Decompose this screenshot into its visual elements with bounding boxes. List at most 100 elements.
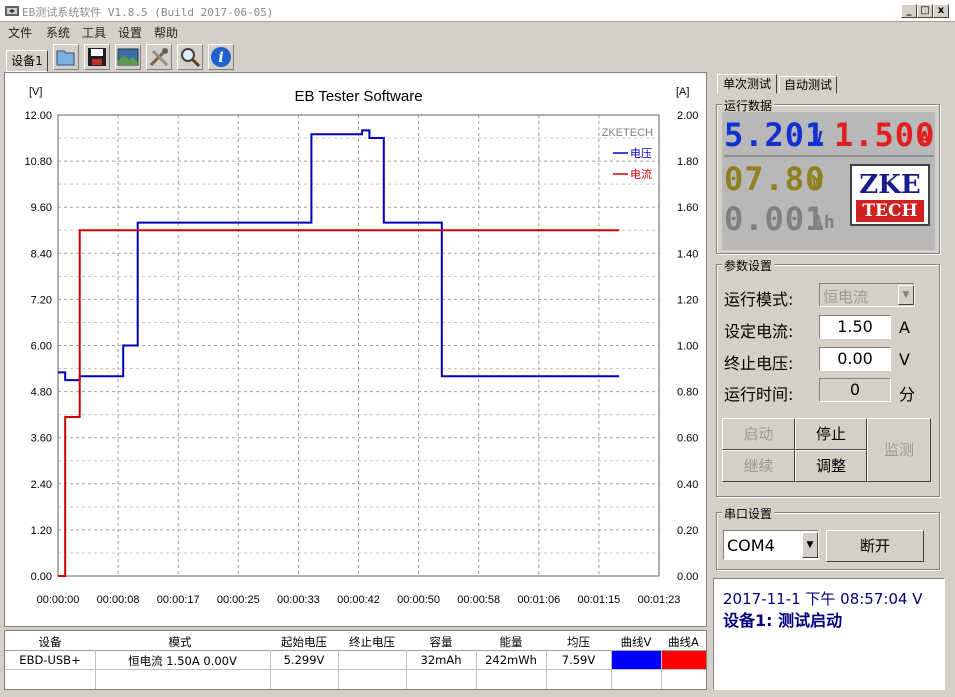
log-panel: 2017-11-1 下午 08:57:04 V 设备1: 测试启动 [713,578,945,690]
right-tick-label: 1.80 [677,156,698,168]
curve-v-swatch[interactable] [612,651,661,669]
col-curve-a: 曲线A [668,635,699,649]
right-tick-label: 0.00 [677,571,698,583]
display-panel: 5.201 V 1.500 A 07.80 W 0.001 Ah ZKE TEC… [722,112,935,250]
set-current-label: 设定电流: [724,322,794,341]
x-tick-label: 00:01:23 [638,594,681,606]
x-tick-label: 00:01:15 [577,594,620,606]
start-button[interactable]: 启动 [722,418,795,450]
x-tick-label: 00:00:33 [277,594,320,606]
mode-select-value: 恒电流 [823,288,869,306]
mode-select[interactable]: 恒电流 ▼ [819,283,915,307]
menu-file[interactable]: 文件 [8,24,32,41]
port-select[interactable]: COM4 ▼ [723,530,819,560]
svg-text:i: i [218,50,223,66]
right-tick-label: 0.60 [677,433,698,445]
cell-capacity: 32mAh [420,653,462,667]
cell-energy: 242mWh [485,653,537,667]
search-icon[interactable] [177,44,203,70]
x-tick-label: 00:01:06 [517,594,560,606]
log-line-1: 2017-11-1 下午 08:57:04 V [723,590,923,608]
cell-start-voltage: 5.299V [283,653,325,667]
col-device: 设备 [38,635,62,649]
stop-voltage-unit: V [899,350,910,369]
cell-avg-voltage: 7.59V [561,653,596,667]
legend-label: 电流 [630,167,652,181]
left-tick-label: 1.20 [31,525,52,537]
menu-system[interactable]: 系统 [46,24,70,41]
run-time-label: 运行时间: [724,385,794,404]
menu-settings[interactable]: 设置 [118,24,142,41]
left-tick-label: 3.60 [31,433,52,445]
col-capacity: 容量 [429,635,453,649]
maximize-button[interactable]: □ [917,4,933,18]
open-icon[interactable] [53,44,79,70]
voltage-current-chart: 12.00 10.80 9.60 8.40 7.20 6.00 4.80 3.60 2.40 1.… [24,86,698,606]
stop-button[interactable]: 停止 [795,418,867,450]
menu-help[interactable]: 帮助 [154,24,178,41]
run-time-input[interactable]: 0 [819,378,891,402]
right-tick-label: 0.80 [677,387,698,399]
minimize-button[interactable]: _ [901,4,917,18]
tab-auto-test[interactable]: 自动测试 [779,76,837,94]
port-select-value: COM4 [727,536,775,555]
tools-icon[interactable] [146,44,172,70]
series-line-voltage [58,129,620,382]
voltage-readout: 5.201 [724,116,826,154]
left-tick-label: 6.00 [31,341,52,353]
app-icon [5,6,19,16]
monitor-button[interactable]: 监测 [867,418,931,482]
x-tick-label: 00:00:00 [37,594,80,606]
info-icon[interactable]: i [208,44,234,70]
right-axis-unit: [A] [676,86,689,98]
close-button[interactable]: x [933,4,949,18]
x-tick-label: 00:00:17 [157,594,200,606]
x-tick-label: 00:00:08 [97,594,140,606]
set-current-unit: A [899,318,910,337]
left-tick-label: 9.60 [31,202,52,214]
voltage-unit: V [812,128,824,149]
log-line-2: 设备1: 测试启动 [723,611,843,630]
col-mode: 模式 [168,635,192,649]
stop-voltage-input[interactable]: 0.00 [819,347,891,371]
left-tick-label: 4.80 [31,387,52,399]
chevron-down-icon[interactable]: ▼ [898,285,914,305]
adjust-button[interactable]: 调整 [795,450,867,482]
mode-label: 运行模式: [724,290,794,309]
col-avg-voltage: 均压 [567,635,590,649]
resume-button[interactable]: 继续 [722,450,795,482]
left-tick-label: 8.40 [31,248,52,260]
device-tab[interactable]: 设备1 [6,50,48,72]
x-tick-label: 00:00:58 [457,594,500,606]
right-tick-label: 0.20 [677,525,698,537]
col-start-voltage: 起始电压 [281,635,327,649]
power-unit: W [812,172,824,193]
x-tick-label: 00:00:42 [337,594,380,606]
menu-tools[interactable]: 工具 [82,24,106,41]
curve-a-swatch[interactable] [662,651,706,669]
power-readout: 07.80 [724,160,826,198]
image-icon[interactable] [115,44,141,70]
tab-single-test[interactable]: 单次测试 [717,74,777,94]
right-tick-label: 1.60 [677,202,698,214]
left-tick-label: 2.40 [31,479,52,491]
chart-panel: 12.00 10.80 9.60 8.40 7.20 6.00 4.80 3.60 2.40 1.… [4,72,707,627]
col-energy: 能量 [499,635,523,649]
chart-title: EB Tester Software [294,88,422,105]
window-title: EB测试系统软件 V1.8.5 (Build 2017-06-05) [22,6,274,19]
capacity-readout: 0.001 [724,200,826,238]
col-end-voltage: 终止电压 [349,635,395,649]
right-tick-label: 2.00 [677,110,698,122]
disconnect-button[interactable]: 断开 [826,530,924,562]
results-table: 设备 模式 起始电压 终止电压 容量 能量 均压 曲线V 曲线A EBD-USB… [4,630,707,690]
save-icon[interactable] [84,44,110,70]
set-current-input[interactable]: 1.50 [819,315,891,339]
left-axis-unit: [V] [29,86,42,98]
cell-device: EBD-USB+ [19,653,81,667]
zketech-logo: ZKE TECH [850,164,930,226]
chevron-down-icon[interactable]: ▼ [802,532,818,558]
left-tick-label: 10.80 [24,156,52,168]
right-tick-label: 1.20 [677,294,698,306]
left-tick-label: 0.00 [31,571,52,583]
right-tick-label: 0.40 [677,479,698,491]
